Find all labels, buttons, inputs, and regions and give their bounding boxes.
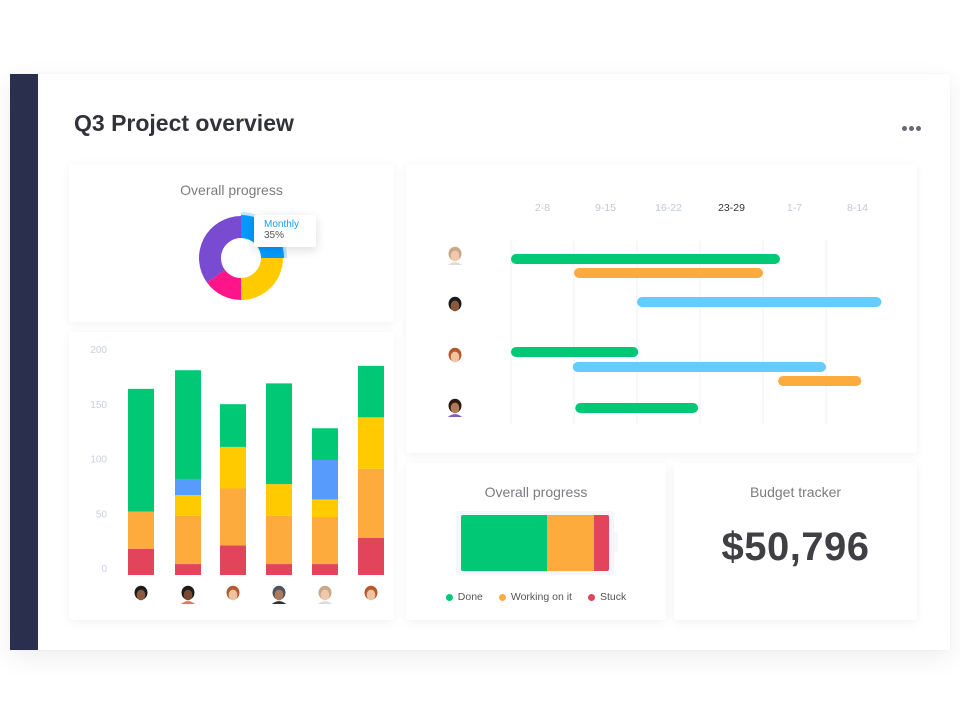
stacked-bar-chart-card: 0 50 100 150 200 <box>69 332 394 620</box>
legend-label: Stuck <box>599 591 627 603</box>
legend-label: Done <box>457 591 483 603</box>
bar-segment-blue <box>175 479 201 496</box>
stacked-bar-chart: 0 50 100 150 200 <box>90 345 384 604</box>
donut-chart <box>199 212 287 300</box>
bar-stack-6[interactable] <box>358 365 384 575</box>
bar-segment-working-on-it <box>358 468 384 538</box>
gantt-task-bar[interactable] <box>511 254 781 264</box>
week-label-23-29[interactable]: 23-29 <box>718 202 745 214</box>
legend-item-done: Done <box>445 591 483 603</box>
y-tick-label: 200 <box>90 345 107 356</box>
bar-segment-blue <box>312 460 338 500</box>
avatar-person-a <box>447 246 463 265</box>
budget-value: $50,796 <box>721 525 870 569</box>
bar-segment-done <box>312 428 338 461</box>
progress-segment-stuck <box>594 515 609 571</box>
gantt-task-bar[interactable] <box>574 268 763 278</box>
battery-fill <box>461 515 609 571</box>
avatar-person-b <box>448 296 462 312</box>
tooltip-label: Monthly <box>264 219 300 230</box>
y-tick-label: 150 <box>90 400 107 411</box>
avatar-person-4 <box>271 585 287 604</box>
progress-segment-done <box>461 515 547 571</box>
progress-card-title: Overall progress <box>484 484 588 500</box>
overall-progress-donut-card: Overall progress Monthly 35% <box>69 164 394 322</box>
bar-segment-done <box>358 365 384 418</box>
bar-stack-5[interactable] <box>312 428 338 575</box>
gantt-task-bar[interactable] <box>511 347 639 357</box>
bar-segment-working-on-it <box>175 515 201 565</box>
bar-segment-done <box>175 370 201 480</box>
gantt-task-bar[interactable] <box>778 376 862 386</box>
bar-segment-yellow <box>266 484 292 516</box>
bar-segment-done <box>128 388 154 512</box>
tooltip-value: 35% <box>264 230 285 241</box>
avatar-person-d <box>447 398 463 417</box>
bar-segment-stuck <box>312 564 338 575</box>
bar-segment-working-on-it <box>266 515 292 565</box>
bar-segment-stuck <box>220 545 246 575</box>
avatar-person-c <box>448 347 462 363</box>
legend-dot-icon <box>587 593 595 601</box>
gantt-task-bar[interactable] <box>572 362 826 372</box>
bar-segment-done <box>220 404 246 447</box>
week-label-8-14[interactable]: 8-14 <box>847 202 868 214</box>
bar-segment-working-on-it <box>220 488 246 546</box>
donut-slice-segment-yellow[interactable] <box>241 258 283 300</box>
more-options-icon[interactable] <box>900 124 923 133</box>
bar-segment-stuck <box>358 537 384 575</box>
bar-segment-yellow <box>358 417 384 469</box>
legend-dot-icon <box>445 593 453 601</box>
legend-item-stuck: Stuck <box>587 591 627 603</box>
donut-tooltip: Monthly 35% <box>254 215 316 247</box>
avatar-person-2 <box>180 585 196 604</box>
budget-tracker-card: Budget tracker $50,796 <box>674 463 917 620</box>
overall-progress-battery-card: Overall progress Done Working on it Stuck <box>406 463 666 620</box>
bar-stack-3[interactable] <box>220 404 246 575</box>
gantt-task-bar[interactable] <box>575 403 699 413</box>
y-tick-label: 100 <box>90 455 107 466</box>
bar-segment-working-on-it <box>312 516 338 565</box>
timeline-gantt-card: 2-8 9-15 16-22 23-29 1-7 8-14 <box>406 164 917 453</box>
bar-segment-yellow <box>312 499 338 517</box>
donut-slice-segment-purple[interactable] <box>199 216 241 283</box>
battery-cap <box>614 532 618 552</box>
progress-segment-working-on-it <box>546 515 595 571</box>
week-label-16-22[interactable]: 16-22 <box>655 202 682 214</box>
bar-segment-stuck <box>128 548 154 575</box>
week-label-9-15[interactable]: 9-15 <box>595 202 616 214</box>
budget-card-title: Budget tracker <box>749 484 842 500</box>
bar-stack-2[interactable] <box>175 370 201 575</box>
avatar-person-6 <box>364 585 378 601</box>
legend-dot-icon <box>498 593 506 601</box>
progress-battery <box>456 511 614 575</box>
bar-segment-stuck <box>175 564 201 575</box>
gantt-chart: 2-8 9-15 16-22 23-29 1-7 8-14 <box>447 202 882 424</box>
y-tick-label: 50 <box>96 509 108 520</box>
avatar-person-1 <box>134 585 148 601</box>
dashboard-frame: Q3 Project overview Overall progress Mon… <box>10 74 950 650</box>
bar-stack-4[interactable] <box>266 383 292 575</box>
y-tick-label: 0 <box>101 564 107 575</box>
week-label-2-8[interactable]: 2-8 <box>535 202 550 214</box>
avatar-person-5 <box>317 585 333 604</box>
legend-item-working-on-it: Working on it <box>498 591 572 603</box>
page-title: Q3 Project overview <box>74 110 294 136</box>
bar-segment-working-on-it <box>128 511 154 549</box>
bar-stack-1[interactable] <box>128 388 154 575</box>
gantt-task-bar[interactable] <box>637 297 882 307</box>
progress-legend: Done Working on it Stuck <box>406 591 666 603</box>
bar-segment-stuck <box>266 564 292 575</box>
left-sidebar <box>10 74 38 650</box>
bar-segment-done <box>266 383 292 485</box>
legend-label: Working on it <box>510 591 572 603</box>
avatar-person-3 <box>226 585 240 601</box>
bar-segment-yellow <box>175 495 201 516</box>
week-label-1-7[interactable]: 1-7 <box>787 202 802 214</box>
bar-segment-yellow <box>220 446 246 489</box>
